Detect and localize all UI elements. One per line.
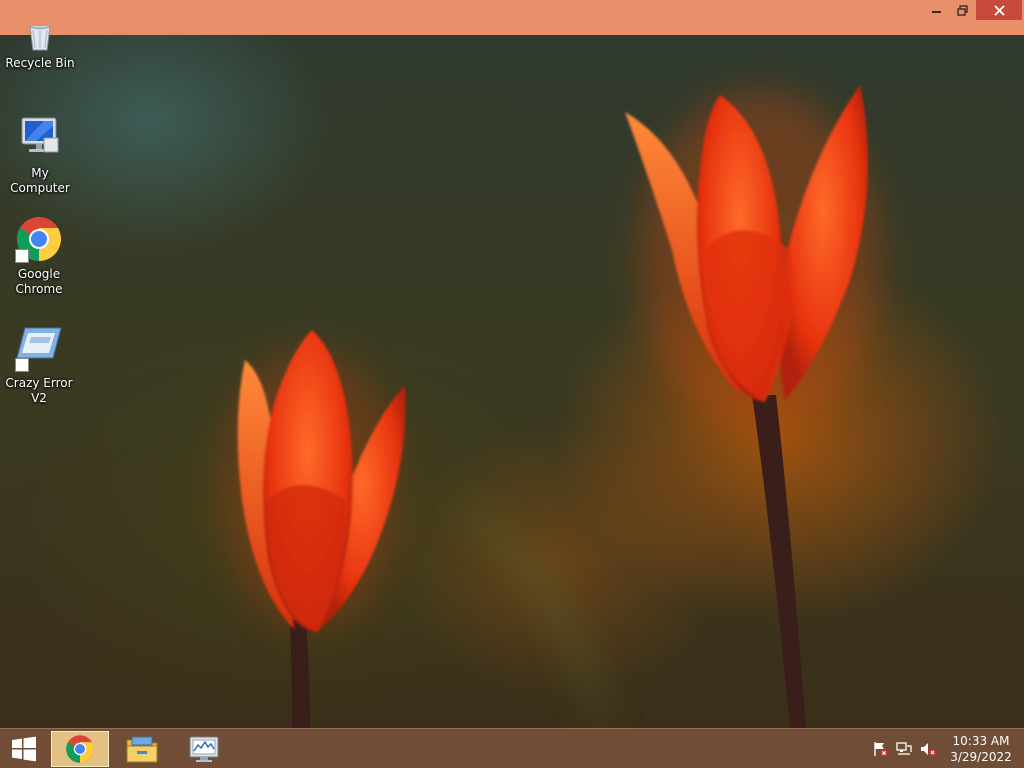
desktop-icon-label: Crazy Error V2	[5, 376, 73, 405]
computer-icon	[16, 114, 64, 162]
volume-muted-icon	[921, 743, 936, 756]
network-icon	[896, 742, 912, 755]
app-window-icon	[15, 324, 63, 372]
chrome-icon	[15, 215, 63, 263]
desktop-icon-label: Recycle Bin	[5, 56, 75, 70]
taskbar-file-explorer-button[interactable]	[113, 731, 171, 767]
shortcut-arrow-icon	[15, 249, 29, 263]
desktop-icon-label: Google Chrome	[15, 267, 63, 296]
tulips-wallpaper-art	[220, 85, 880, 728]
folder-icon	[126, 736, 158, 763]
desktop-icon-crazy-error[interactable]: Crazy Error V2	[0, 324, 79, 406]
restore-button[interactable]	[949, 0, 975, 20]
desktop-icon-recycle-bin[interactable]: Recycle Bin	[0, 26, 80, 71]
window-titlebar[interactable]	[0, 0, 1024, 35]
desktop-icon-my-computer[interactable]: My Computer	[0, 114, 80, 196]
start-button[interactable]	[0, 729, 48, 768]
tray-network[interactable]	[892, 729, 916, 768]
desktop-icon-google-chrome[interactable]: Google Chrome	[0, 215, 79, 297]
close-button[interactable]	[976, 0, 1022, 20]
system-tray	[868, 729, 940, 768]
restore-icon	[956, 4, 968, 16]
clock-time: 10:33 AM	[952, 734, 1010, 748]
taskbar: 10:33 AM 3/29/2022	[0, 728, 1024, 768]
tray-volume[interactable]	[916, 729, 940, 768]
wallpaper	[0, 0, 1024, 768]
action-center-flag-icon	[874, 742, 888, 757]
desktop-screen: Recycle Bin My Computer Google Chrome Cr…	[0, 0, 1024, 768]
taskbar-clock[interactable]: 10:33 AM 3/29/2022	[944, 733, 1018, 765]
desktop-icon-label: My Computer	[10, 166, 70, 195]
recycle-bin-icon	[16, 26, 64, 52]
chrome-icon	[66, 735, 94, 763]
windows-logo-icon	[12, 736, 36, 762]
close-icon	[993, 4, 1005, 16]
taskbar-chrome-button[interactable]	[51, 731, 109, 767]
clock-date: 3/29/2022	[950, 750, 1012, 764]
tray-action-center[interactable]	[868, 729, 892, 768]
perfmon-icon	[189, 736, 219, 762]
minimize-icon	[931, 11, 941, 13]
shortcut-arrow-icon	[15, 358, 29, 372]
taskbar-performance-monitor-button[interactable]	[175, 731, 233, 767]
minimize-button[interactable]	[924, 0, 949, 20]
